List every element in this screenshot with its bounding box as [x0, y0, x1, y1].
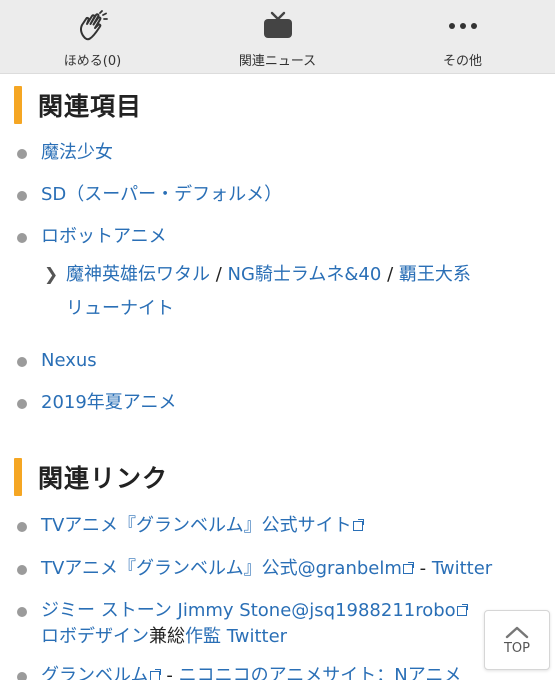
more-dots-icon — [448, 10, 478, 42]
bullet-icon — [17, 191, 27, 201]
link-sakkan[interactable]: 作監 — [185, 626, 221, 647]
sub-list-item: ❯ 魔神英雄伝ワタル / NG騎士ラムネ&40 / 覇王大系リューナイト — [44, 258, 534, 326]
heading-accent-bar — [14, 458, 22, 496]
link-ramune[interactable]: NG騎士ラムネ&40 — [228, 264, 382, 285]
link-official-twitter-account[interactable]: TVアニメ『グランベルム』公式@granbelm — [41, 558, 402, 579]
link-mahou-shoujo[interactable]: 魔法少女 — [41, 140, 113, 166]
more-label: その他 — [442, 54, 482, 69]
tv-icon — [263, 10, 293, 42]
top-toolbar: ほめる(0) 関連ニュース その他 — [0, 0, 555, 74]
link-2019-summer-anime[interactable]: 2019年夏アニメ — [41, 390, 176, 416]
link-super-deformed[interactable]: （スーパー・デフォルメ） — [66, 184, 282, 205]
link-wataru[interactable]: 魔神英雄伝ワタル — [66, 264, 210, 285]
list-item: TVアニメ『グランベルム』公式サイト — [17, 513, 364, 539]
section-title: 関連リンク — [38, 464, 169, 493]
link-ryuknight-part1: 覇王大系 — [398, 264, 471, 285]
list-item: ロボットアニメ — [17, 224, 167, 250]
plain-text: 兼総 — [149, 626, 185, 647]
heading-accent-bar — [14, 86, 22, 124]
separator: / — [381, 264, 399, 285]
bullet-icon — [17, 672, 27, 680]
list-item: Nexus — [17, 348, 97, 374]
list-item: SD（スーパー・デフォルメ） — [17, 182, 282, 208]
chevron-up-icon — [505, 626, 529, 638]
link-sd[interactable]: SD — [41, 184, 66, 205]
back-to-top-button[interactable]: TOP — [484, 610, 550, 670]
external-link-icon — [149, 669, 161, 680]
external-link-icon — [402, 562, 414, 574]
link-official-site[interactable]: TVアニメ『グランベルム』公式サイト — [41, 515, 352, 536]
link-jimmy-stone[interactable]: ジミー ストーン Jimmy Stone@jsq1988211robo — [41, 600, 456, 621]
bullet-icon — [17, 233, 27, 243]
link-robo-design[interactable]: ロボデザイン — [41, 626, 149, 647]
section-title: 関連項目 — [38, 92, 143, 121]
bullet-icon — [17, 522, 27, 532]
related-links-heading: 関連リンク — [14, 458, 168, 496]
link-twitter[interactable]: Twitter — [221, 626, 287, 647]
link-granbelm[interactable]: グランベルム — [41, 665, 149, 680]
list-item: グランベルム - ニコニコのアニメサイト：Nアニメ — [17, 663, 487, 680]
link-ryuknight-part2: リューナイト — [66, 298, 174, 319]
bullet-icon — [17, 607, 27, 617]
external-link-icon — [352, 519, 364, 531]
clap-hands-icon — [76, 10, 110, 42]
separator: - — [413, 558, 432, 579]
separator: / — [210, 264, 228, 285]
list-item: ジミー ストーン Jimmy Stone@jsq1988211robo ロボデザ… — [17, 598, 487, 650]
separator: - — [160, 665, 179, 680]
related-items-heading: 関連項目 — [14, 86, 142, 124]
top-label: TOP — [503, 640, 530, 656]
bullet-icon — [17, 565, 27, 575]
list-item: 2019年夏アニメ — [17, 390, 176, 416]
praise-button[interactable]: ほめる(0) — [0, 0, 185, 73]
related-news-button[interactable]: 関連ニュース — [185, 0, 370, 73]
chevron-right-icon: ❯ — [44, 265, 59, 285]
related-news-label: 関連ニュース — [238, 54, 317, 69]
external-link-icon — [456, 604, 468, 616]
list-item: 魔法少女 — [17, 140, 113, 166]
bullet-icon — [17, 399, 27, 409]
link-nexus[interactable]: Nexus — [41, 348, 97, 374]
bullet-icon — [17, 149, 27, 159]
link-n-anime[interactable]: ニコニコのアニメサイト：Nアニメ — [179, 665, 462, 680]
praise-label: ほめる(0) — [63, 54, 122, 69]
link-robot-anime[interactable]: ロボットアニメ — [41, 224, 167, 250]
link-twitter[interactable]: Twitter — [432, 558, 492, 579]
bullet-icon — [17, 357, 27, 367]
more-button[interactable]: その他 — [370, 0, 555, 73]
list-item: TVアニメ『グランベルム』公式@granbelm - Twitter — [17, 556, 492, 582]
